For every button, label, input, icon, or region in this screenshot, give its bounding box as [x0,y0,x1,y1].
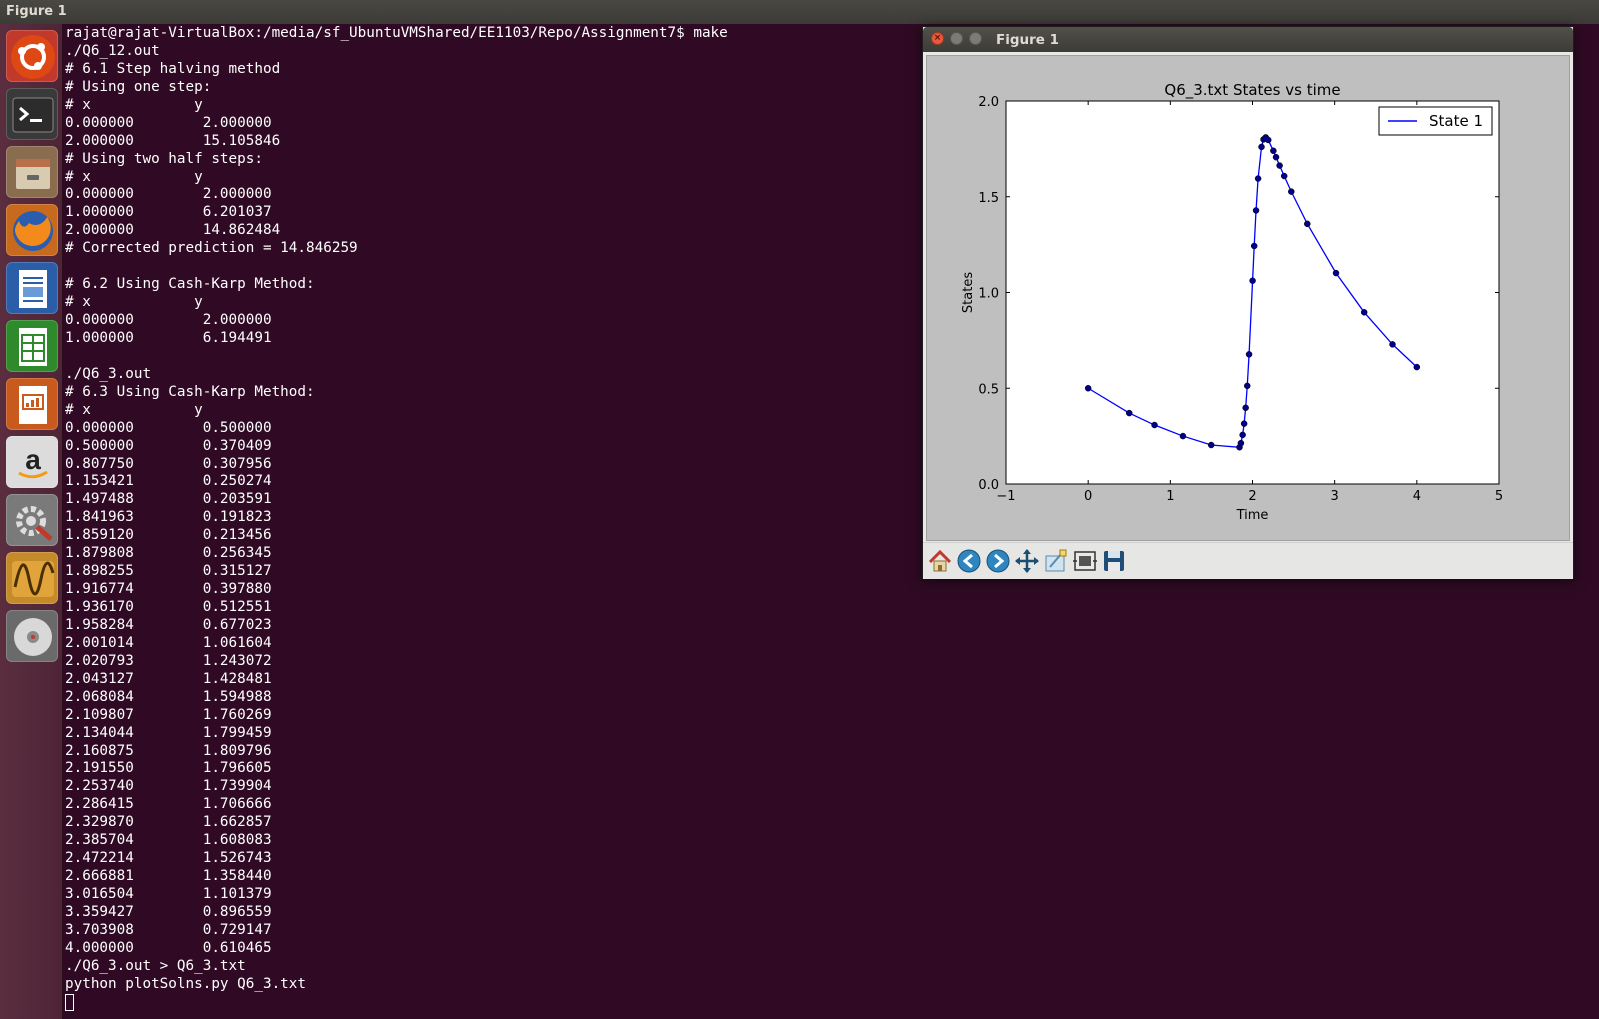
data-point [1239,431,1246,439]
figure-window[interactable]: × Figure 1 Q6_3.txt States vs time Time … [922,26,1574,579]
ubuntu-dash-icon[interactable] [6,30,58,82]
top-panel: Figure 1 [0,0,1599,24]
data-point [1270,147,1277,155]
x-axis-label: Time [1236,508,1269,523]
terminal-line: 2.001014 1.061604 [65,634,272,651]
x-tick-label: 5 [1495,489,1503,504]
terminal-line: 3.359427 0.896559 [65,903,272,920]
terminal-line: 4.000000 0.610465 [65,939,272,956]
data-point [1389,341,1396,348]
svg-text:a: a [25,444,41,475]
home-icon[interactable] [926,547,954,575]
save-icon[interactable] [1100,547,1128,575]
calc-icon[interactable] [6,320,58,372]
writer-icon[interactable] [6,262,58,314]
x-tick-label: 3 [1331,489,1339,504]
terminal-line: 2.253740 1.739904 [65,778,272,795]
data-point [1244,382,1251,390]
settings-icon[interactable] [6,494,58,546]
zoom-icon[interactable] [1042,547,1070,575]
data-point [1288,188,1295,195]
navigation-toolbar [923,542,1573,579]
subplots-icon[interactable] [1071,547,1099,575]
terminal-line: 2.043127 1.428481 [65,670,272,687]
data-point [1258,143,1265,151]
x-tick-label: 2 [1248,489,1256,504]
close-icon[interactable]: × [931,32,944,45]
y-tick-label: 2.0 [978,95,999,110]
data-point [1276,162,1283,169]
terminal-line: 2.191550 1.796605 [65,760,272,777]
data-point [1332,269,1340,277]
window-title: Figure 1 [996,32,1060,48]
y-axis-label: States [961,272,976,313]
data-point [1249,277,1256,284]
chart-title: Q6_3.txt States vs time [1164,81,1340,100]
data-point [1207,441,1215,449]
y-tick-label: 0.5 [978,382,999,397]
minimize-icon[interactable] [950,32,963,45]
data-point [1084,385,1092,392]
legend-label: State 1 [1429,112,1483,130]
launcher: a [0,24,63,1019]
x-tick-label: 0 [1084,489,1092,504]
data-point [1264,136,1272,144]
y-tick-label: 1.5 [978,191,999,206]
terminal-cursor [65,994,74,1012]
terminal-line: 2.020793 1.243072 [65,652,272,669]
terminal-icon[interactable] [6,88,58,140]
terminal-line: 2.472214 1.526743 [65,850,272,867]
data-point [1304,220,1311,228]
terminal-line: 2.068084 1.594988 [65,688,272,705]
window-title-bar[interactable]: × Figure 1 [923,27,1573,52]
data-point [1240,420,1248,427]
x-tick-label: −1 [996,489,1015,504]
x-tick-label: 4 [1413,489,1421,504]
terminal-line: 2.109807 1.760269 [65,706,272,723]
terminal-line: 2.160875 1.809796 [65,742,272,759]
active-window-title: Figure 1 [6,4,67,19]
terminal-line: 2.329870 1.662857 [65,814,272,831]
terminal-line: ./Q6_3.out > Q6_3.txt [65,957,246,974]
pan-icon[interactable] [1013,547,1041,575]
maximize-icon[interactable] [969,32,982,45]
firefox-icon[interactable] [6,204,58,256]
data-point [1151,421,1158,429]
files-icon[interactable] [6,146,58,198]
data-point [1179,432,1187,440]
terminal-line: python plotSolns.py Q6_3.txt [65,975,307,992]
data-point [1126,409,1133,417]
x-tick-label: 1 [1166,489,1174,504]
terminal-line: 2.134044 1.799459 [65,724,272,741]
legend: State 1 [1378,106,1493,136]
data-point [1254,175,1262,182]
forward-icon[interactable] [984,547,1012,575]
data-point [1280,172,1288,180]
terminal-line: 2.385704 1.608083 [65,832,272,849]
data-point [1252,207,1260,214]
plot-canvas[interactable]: Q6_3.txt States vs time Time States −1 0 1… [926,55,1570,541]
back-icon[interactable] [955,547,983,575]
terminal-line: 3.703908 0.729147 [65,921,272,938]
data-point [1413,363,1421,371]
terminal-line: 2.666881 1.358440 [65,868,272,885]
data-point [1250,242,1258,250]
amazon-icon[interactable]: a [6,436,58,488]
terminal-line: 3.016504 1.101379 [65,886,272,902]
data-point [1245,351,1253,358]
data-point [1242,404,1249,412]
y-tick-label: 1.0 [978,287,999,302]
y-tick-label: 0.0 [978,478,999,493]
terminal-line: 2.286415 1.706666 [65,796,272,813]
data-point [1237,439,1245,447]
impress-icon[interactable] [6,378,58,430]
terminal-line: 1.916774 0.397880 [65,581,272,598]
terminal-line: 1.958284 0.677023 [65,616,272,633]
data-point [1272,153,1280,161]
terminal-line: 1.936170 0.512551 [65,599,272,615]
states-vs-time-chart: Q6_3.txt States vs time Time States −1 0 1… [961,81,1503,523]
data-point [1360,309,1368,316]
dvd-icon[interactable] [6,610,58,662]
oscilloscope-icon[interactable] [6,552,58,604]
